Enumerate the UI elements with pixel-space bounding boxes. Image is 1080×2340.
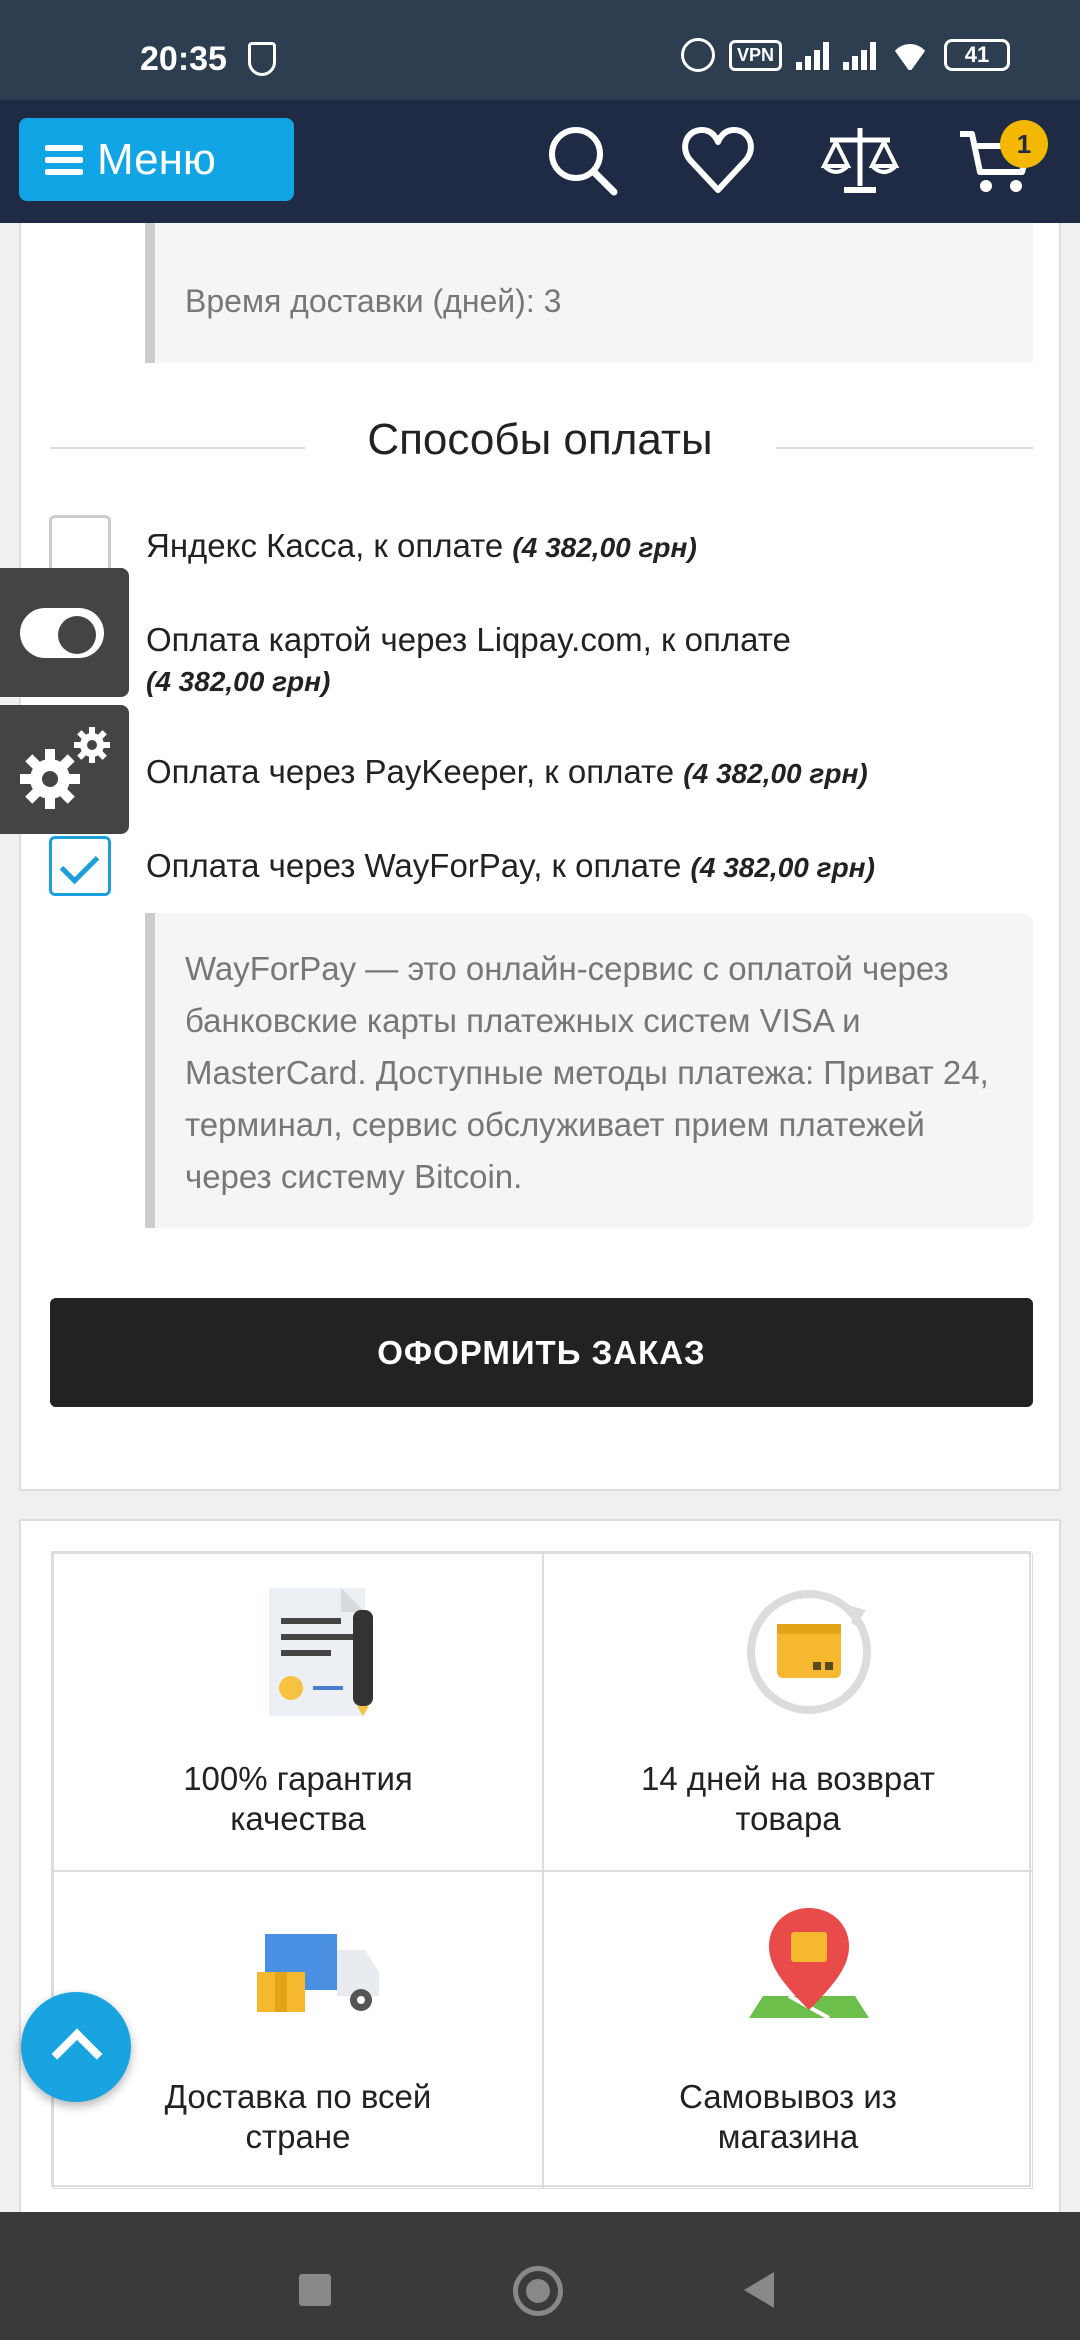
payment-option-liqpay[interactable]: Оплата картой через Liqpay.com, к оплате… bbox=[146, 620, 791, 702]
feature-label: Самовывоз из магазина bbox=[679, 2078, 897, 2155]
status-bar: 20:35 VPN 41 bbox=[0, 0, 1080, 100]
site-header: Меню 1 bbox=[0, 100, 1080, 223]
payment-checkbox-yandex[interactable] bbox=[49, 515, 111, 575]
feature-quality: 100% гарантия качества bbox=[53, 1553, 543, 1871]
feature-return: 14 дней на возврат товара bbox=[543, 1553, 1033, 1871]
payment-option-yandex[interactable]: Яндекс Касса, к оплате (4 382,00 грн) bbox=[146, 527, 697, 565]
payment-amount: (4 382,00 грн) bbox=[512, 532, 697, 563]
status-time: 20:35 bbox=[140, 40, 227, 78]
search-icon[interactable] bbox=[542, 120, 622, 200]
map-pin-icon bbox=[749, 1908, 869, 2020]
payment-label: Оплата через WayForPay, к оплате bbox=[146, 847, 682, 884]
toggle-knob-icon bbox=[58, 616, 96, 654]
place-order-button[interactable]: ОФОРМИТЬ ЗАКАЗ bbox=[50, 1298, 1033, 1407]
feature-pickup: Самовывоз из магазина bbox=[543, 1871, 1033, 2189]
vpn-shield-icon bbox=[248, 42, 276, 76]
back-icon[interactable] bbox=[744, 2272, 774, 2308]
payment-checkbox-wayforpay[interactable] bbox=[49, 836, 111, 896]
payment-amount: (4 382,00 грн) bbox=[690, 852, 875, 883]
signal-icon-2 bbox=[843, 40, 876, 70]
alarm-icon bbox=[680, 38, 715, 72]
vpn-badge: VPN bbox=[728, 39, 782, 71]
payment-methods-title: Способы оплаты bbox=[367, 415, 713, 464]
hamburger-icon bbox=[45, 144, 83, 175]
payment-description: WayForPay — это онлайн-сервис с оплатой … bbox=[145, 913, 1033, 1228]
return-box-icon bbox=[747, 1590, 871, 1714]
theme-toggle[interactable] bbox=[0, 568, 129, 697]
system-nav-bar bbox=[0, 2212, 1080, 2340]
home-icon[interactable] bbox=[513, 2266, 563, 2316]
delivery-truck-icon bbox=[257, 1934, 379, 2012]
battery-icon: 41 bbox=[944, 39, 1010, 71]
payment-option-wayforpay[interactable]: Оплата через WayForPay, к оплате (4 382,… bbox=[146, 847, 875, 885]
features-grid: 100% гарантия качества 14 дней на возврат… bbox=[51, 1551, 1033, 2189]
payment-option-paykeeper[interactable]: Оплата через PayKeeper, к оплате (4 382,… bbox=[146, 753, 868, 791]
compare-scales-icon[interactable] bbox=[820, 120, 900, 200]
signal-icon bbox=[796, 40, 829, 70]
scroll-to-top-button[interactable] bbox=[21, 1992, 131, 2102]
settings-button[interactable] bbox=[0, 705, 129, 834]
cart-count-badge: 1 bbox=[1000, 120, 1048, 168]
payment-label: Оплата картой через Liqpay.com, к оплате bbox=[146, 621, 791, 658]
feature-label: Доставка по всей стране bbox=[164, 2078, 432, 2155]
certificate-icon bbox=[269, 1588, 373, 1716]
wifi-icon bbox=[890, 40, 930, 70]
payment-amount: (4 382,00 грн) bbox=[146, 666, 331, 697]
feature-label: 100% гарантия качества bbox=[183, 1760, 413, 1837]
recents-icon[interactable] bbox=[299, 2274, 331, 2306]
gears-icon bbox=[20, 727, 110, 809]
payment-label: Яндекс Касса, к оплате bbox=[146, 527, 504, 564]
menu-button[interactable]: Меню bbox=[19, 118, 294, 201]
delivery-days: Время доставки (дней): 3 bbox=[185, 283, 562, 319]
heart-icon[interactable] bbox=[678, 120, 758, 200]
menu-label: Меню bbox=[97, 134, 216, 184]
feature-label: 14 дней на возврат товара bbox=[641, 1760, 935, 1837]
payment-label: Оплата через PayKeeper, к оплате bbox=[146, 753, 675, 790]
payment-amount: (4 382,00 грн) bbox=[683, 758, 868, 789]
